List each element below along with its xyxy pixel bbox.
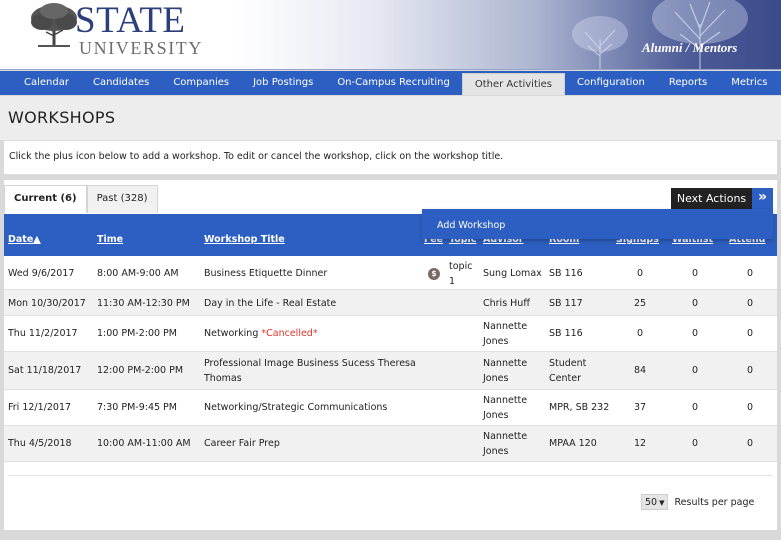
cell-topic: topic 1: [449, 261, 473, 287]
results-per-page: 50 ▼ Results per page: [641, 494, 754, 510]
per-page-select[interactable]: 50 ▼: [641, 494, 669, 510]
cell-advisor: Nannette Jones: [483, 431, 528, 457]
cell-time: 12:00 PM-2:00 PM: [97, 365, 184, 376]
cell-signups: 0: [637, 268, 644, 279]
cell-room: SB 116: [549, 328, 583, 339]
cell-date: Sat 11/18/2017: [8, 365, 82, 376]
nav-item-other-activities[interactable]: Other Activities: [461, 73, 566, 95]
cell-room: SB 116: [549, 268, 583, 279]
instructions-text: Click the plus icon below to add a works…: [4, 140, 777, 175]
cell-time: 7:30 PM-9:45 PM: [97, 402, 177, 413]
cell-signups: 25: [634, 298, 647, 309]
cell-signups: 37: [634, 402, 647, 413]
nav-item-companies[interactable]: Companies: [161, 71, 241, 95]
cell-date: Fri 12/1/2017: [8, 402, 72, 413]
cell-room: Student Center: [549, 358, 587, 384]
header-tagline: Alumni / Mentors: [642, 40, 738, 55]
cell-time: 8:00 AM-9:00 AM: [97, 268, 179, 279]
table-row: Fri 12/1/2017 7:30 PM-9:45 PM Networking…: [4, 390, 777, 426]
workshop-tabs: Current (6) Past (328): [4, 185, 158, 213]
tab-current[interactable]: Current (6): [4, 185, 87, 213]
double-chevron-right-icon[interactable]: »: [752, 188, 773, 209]
column-header-time[interactable]: Time: [97, 234, 123, 245]
logo-state-text: STATE: [75, 0, 186, 41]
nav-item-configuration[interactable]: Configuration: [565, 71, 657, 95]
university-logo[interactable]: STATE UNIVERSITY: [28, 0, 208, 64]
tree-logo-icon: [31, 3, 77, 47]
cell-time: 11:30 AM-12:30 PM: [97, 298, 190, 309]
workshop-title-link[interactable]: Networking: [204, 328, 258, 339]
page-title-bar: WORKSHOPS: [0, 96, 781, 140]
cell-waitlist: 0: [692, 365, 699, 376]
workshop-title-link[interactable]: Networking/Strategic Communications: [204, 400, 387, 415]
per-page-value: 50: [645, 497, 658, 508]
site-header: STATE UNIVERSITY Alumni / Mentors: [0, 0, 781, 70]
cell-waitlist: 0: [692, 268, 699, 279]
tab-past[interactable]: Past (328): [86, 185, 158, 213]
cell-advisor: Nannette Jones: [483, 395, 528, 421]
workshop-title-cell: Networking *Cancelled*: [204, 326, 318, 341]
table-row: Mon 10/30/2017 11:30 AM-12:30 PM Day in …: [4, 290, 777, 316]
cell-advisor: Nannette Jones: [483, 358, 528, 384]
workshop-title-link[interactable]: Professional Image Business Sucess There…: [204, 356, 419, 386]
page-title: WORKSHOPS: [8, 108, 116, 127]
table-row: Thu 4/5/2018 10:00 AM-11:00 AM Career Fa…: [4, 426, 777, 462]
column-header-date[interactable]: Date▲: [8, 234, 41, 245]
next-actions-button[interactable]: Next Actions: [671, 188, 752, 209]
table-row: Sat 11/18/2017 12:00 PM-2:00 PM Professi…: [4, 352, 777, 390]
next-actions-menu: Add Workshop: [422, 209, 773, 239]
cell-advisor: Nannette Jones: [483, 321, 528, 347]
nav-item-reports[interactable]: Reports: [657, 71, 719, 95]
nav-item-candidates[interactable]: Candidates: [81, 71, 161, 95]
cell-signups: 84: [634, 365, 647, 376]
cell-attend: 0: [747, 438, 754, 449]
cell-advisor: Sung Lomax: [483, 268, 542, 279]
add-workshop-menu-item[interactable]: Add Workshop: [437, 220, 505, 231]
table-row: Wed 9/6/2017 8:00 AM-9:00 AM Business Et…: [4, 256, 777, 290]
main-nav: Calendar Candidates Companies Job Postin…: [0, 71, 781, 95]
nav-item-job-postings[interactable]: Job Postings: [241, 71, 325, 95]
cell-attend: 0: [747, 298, 754, 309]
per-page-label: Results per page: [674, 496, 755, 508]
workshop-title-link[interactable]: Career Fair Prep: [204, 436, 280, 451]
cell-waitlist: 0: [692, 402, 699, 413]
workshop-title-link[interactable]: Business Etiquette Dinner: [204, 266, 327, 281]
nav-item-on-campus-recruiting[interactable]: On-Campus Recruiting: [325, 71, 462, 95]
cell-date: Wed 9/6/2017: [8, 268, 75, 279]
cell-time: 1:00 PM-2:00 PM: [97, 328, 177, 339]
cell-date: Thu 4/5/2018: [8, 438, 72, 449]
workshop-title-link[interactable]: Day in the Life - Real Estate: [204, 296, 336, 311]
cell-attend: 0: [747, 268, 754, 279]
logo-university-text: UNIVERSITY: [79, 38, 203, 58]
caret-down-icon: ▼: [659, 499, 665, 507]
cell-room: SB 117: [549, 298, 583, 309]
column-header-workshop-title[interactable]: Workshop Title: [204, 234, 285, 245]
cell-attend: 0: [747, 402, 754, 413]
cell-waitlist: 0: [692, 298, 699, 309]
cell-advisor: Chris Huff: [483, 298, 530, 309]
nav-item-calendar[interactable]: Calendar: [12, 71, 81, 95]
next-actions: Next Actions »: [671, 188, 773, 209]
table-footer-divider: [8, 475, 773, 476]
cell-signups: 0: [637, 328, 644, 339]
cell-attend: 0: [747, 365, 754, 376]
decorative-trees-icon: [572, 0, 748, 69]
cell-time: 10:00 AM-11:00 AM: [97, 438, 191, 449]
cell-room: MPR, SB 232: [549, 402, 610, 413]
cell-date: Thu 11/2/2017: [8, 328, 78, 339]
nav-item-metrics[interactable]: Metrics: [719, 71, 779, 95]
cancelled-status: *Cancelled*: [261, 328, 318, 339]
cell-attend: 0: [747, 328, 754, 339]
table-row: Thu 11/2/2017 1:00 PM-2:00 PM Networking…: [4, 316, 777, 352]
cell-room: MPAA 120: [549, 438, 597, 449]
cell-waitlist: 0: [692, 328, 699, 339]
cell-signups: 12: [634, 438, 647, 449]
fee-dollar-icon: $: [428, 268, 440, 280]
cell-waitlist: 0: [692, 438, 699, 449]
cell-date: Mon 10/30/2017: [8, 298, 86, 309]
